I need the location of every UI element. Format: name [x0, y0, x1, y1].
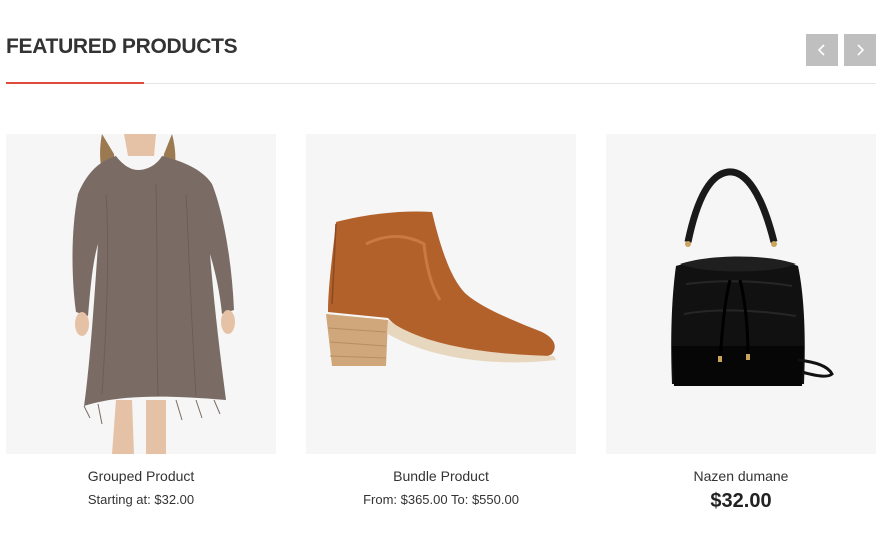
- carousel-prev-button[interactable]: [806, 34, 838, 66]
- product-image-link[interactable]: [606, 134, 876, 454]
- product-card: Nazen dumane $32.00: [606, 134, 876, 513]
- product-price: $32.00: [710, 490, 772, 512]
- product-card: Grouped Product Starting at: $32.00: [6, 134, 276, 508]
- product-price: From: $365.00 To: $550.00: [363, 492, 519, 507]
- chevron-right-icon: [857, 44, 865, 56]
- featured-products-section: FEATURED PRODUCTS Grouped Product Starti…: [0, 0, 880, 548]
- product-price: Starting at: $32.00: [87, 492, 195, 507]
- product-card: Bundle Product From: $365.00 To: $550.00: [306, 134, 576, 508]
- product-name-link[interactable]: Grouped Product: [6, 468, 276, 484]
- product-name-link[interactable]: Bundle Product: [306, 468, 576, 484]
- chevron-left-icon: [817, 44, 825, 56]
- product-image-link[interactable]: [306, 134, 576, 454]
- carousel-next-button[interactable]: [844, 34, 876, 66]
- dress-image: [72, 134, 235, 454]
- product-image-link[interactable]: [6, 134, 276, 454]
- product-name-link[interactable]: Nazen dumane: [606, 468, 876, 484]
- section-title: FEATURED PRODUCTS: [6, 35, 238, 58]
- ankle-boot-image: [326, 211, 556, 366]
- section-header: FEATURED PRODUCTS: [6, 0, 876, 84]
- black-bucket-bag-image: [671, 168, 834, 386]
- title-underline: [6, 82, 144, 84]
